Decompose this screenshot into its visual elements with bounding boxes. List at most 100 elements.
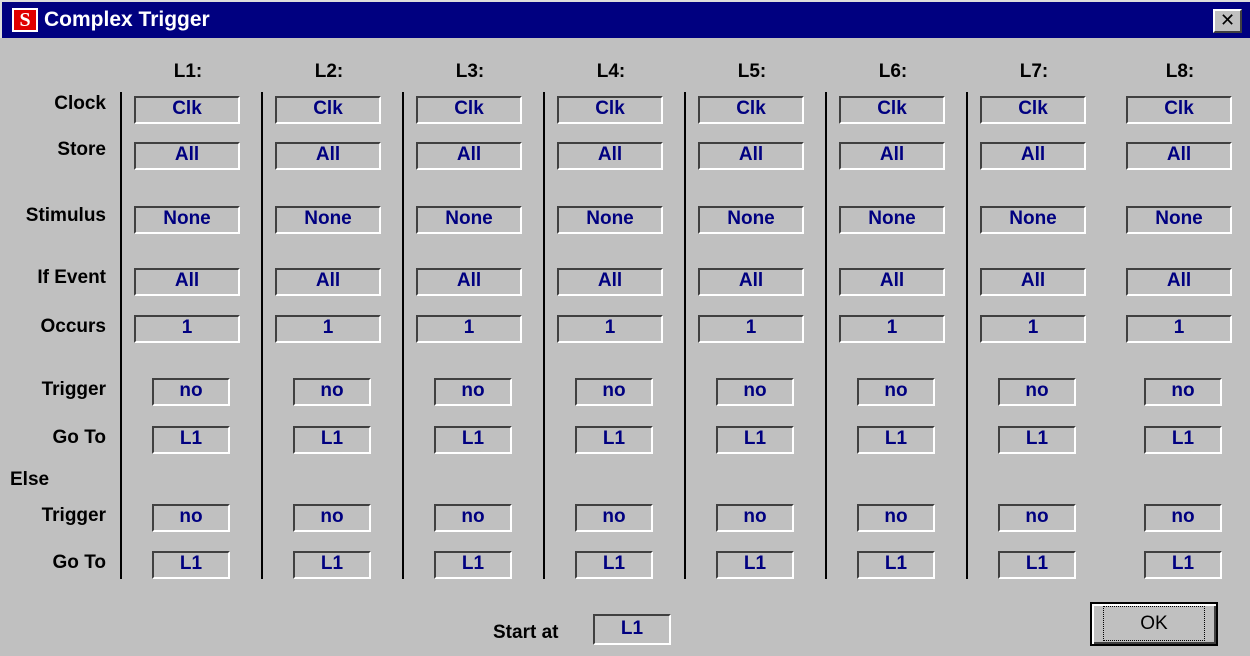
level-7-stimulus-field[interactable]: None — [980, 206, 1086, 234]
level-2-stimulus-field[interactable]: None — [275, 206, 381, 234]
app-s-logo-icon[interactable]: S — [12, 8, 38, 32]
level-8-occurs-field[interactable]: 1 — [1126, 315, 1232, 343]
level-2-else-trigger-field[interactable]: no — [293, 504, 371, 532]
column-divider — [402, 92, 404, 579]
row-label-if-event: If Event — [37, 267, 106, 288]
row-label-trigger: Trigger — [41, 379, 106, 400]
row-label-stimulus: Stimulus — [25, 205, 106, 226]
level-header-8: L8: — [1165, 61, 1195, 82]
ok-button[interactable]: OK — [1090, 602, 1218, 646]
level-header-2: L2: — [314, 61, 344, 82]
level-7-clock-field[interactable]: Clk — [980, 96, 1086, 124]
level-8-else-goto-field[interactable]: L1 — [1144, 551, 1222, 579]
level-2-clock-field[interactable]: Clk — [275, 96, 381, 124]
level-3-goto-field[interactable]: L1 — [434, 426, 512, 454]
title-bar[interactable]: S Complex Trigger ✕ — [0, 0, 1250, 38]
level-2-occurs-field[interactable]: 1 — [275, 315, 381, 343]
level-5-store-field[interactable]: All — [698, 142, 804, 170]
row-label-go-to: Go To — [52, 427, 106, 448]
level-1-occurs-field[interactable]: 1 — [134, 315, 240, 343]
level-3-store-field[interactable]: All — [416, 142, 522, 170]
row-label-store: Store — [57, 139, 106, 160]
level-header-3: L3: — [455, 61, 485, 82]
level-2-else-goto-field[interactable]: L1 — [293, 551, 371, 579]
level-6-goto-field[interactable]: L1 — [857, 426, 935, 454]
level-1-else-goto-field[interactable]: L1 — [152, 551, 230, 579]
start-at-field[interactable]: L1 — [593, 614, 671, 645]
level-1-if-event-field[interactable]: All — [134, 268, 240, 296]
row-label-else: Else — [10, 469, 50, 490]
level-6-stimulus-field[interactable]: None — [839, 206, 945, 234]
level-1-else-trigger-field[interactable]: no — [152, 504, 230, 532]
level-3-else-trigger-field[interactable]: no — [434, 504, 512, 532]
level-5-if-event-field[interactable]: All — [698, 268, 804, 296]
level-6-store-field[interactable]: All — [839, 142, 945, 170]
window-title: Complex Trigger — [44, 8, 210, 31]
level-3-trigger-field[interactable]: no — [434, 378, 512, 406]
level-3-if-event-field[interactable]: All — [416, 268, 522, 296]
level-7-store-field[interactable]: All — [980, 142, 1086, 170]
level-6-clock-field[interactable]: Clk — [839, 96, 945, 124]
column-divider — [261, 92, 263, 579]
level-6-else-trigger-field[interactable]: no — [857, 504, 935, 532]
level-5-stimulus-field[interactable]: None — [698, 206, 804, 234]
level-8-goto-field[interactable]: L1 — [1144, 426, 1222, 454]
level-6-else-goto-field[interactable]: L1 — [857, 551, 935, 579]
level-7-else-trigger-field[interactable]: no — [998, 504, 1076, 532]
level-1-stimulus-field[interactable]: None — [134, 206, 240, 234]
level-4-occurs-field[interactable]: 1 — [557, 315, 663, 343]
level-8-stimulus-field[interactable]: None — [1126, 206, 1232, 234]
level-header-5: L5: — [737, 61, 767, 82]
level-2-goto-field[interactable]: L1 — [293, 426, 371, 454]
level-3-else-goto-field[interactable]: L1 — [434, 551, 512, 579]
level-7-trigger-field[interactable]: no — [998, 378, 1076, 406]
level-8-clock-field[interactable]: Clk — [1126, 96, 1232, 124]
level-7-else-goto-field[interactable]: L1 — [998, 551, 1076, 579]
level-2-if-event-field[interactable]: All — [275, 268, 381, 296]
level-4-else-goto-field[interactable]: L1 — [575, 551, 653, 579]
complex-trigger-dialog: Clock Store Stimulus If Event Occurs Tri… — [0, 38, 1250, 656]
level-6-trigger-field[interactable]: no — [857, 378, 935, 406]
level-5-trigger-field[interactable]: no — [716, 378, 794, 406]
level-3-stimulus-field[interactable]: None — [416, 206, 522, 234]
level-4-clock-field[interactable]: Clk — [557, 96, 663, 124]
level-4-trigger-field[interactable]: no — [575, 378, 653, 406]
level-5-clock-field[interactable]: Clk — [698, 96, 804, 124]
level-6-if-event-field[interactable]: All — [839, 268, 945, 296]
column-divider — [966, 92, 968, 579]
column-divider — [120, 92, 122, 579]
level-1-store-field[interactable]: All — [134, 142, 240, 170]
level-8-trigger-field[interactable]: no — [1144, 378, 1222, 406]
level-2-trigger-field[interactable]: no — [293, 378, 371, 406]
level-header-7: L7: — [1019, 61, 1049, 82]
level-4-else-trigger-field[interactable]: no — [575, 504, 653, 532]
row-label-occurs: Occurs — [40, 316, 106, 337]
close-button[interactable]: ✕ — [1213, 9, 1242, 33]
level-5-occurs-field[interactable]: 1 — [698, 315, 804, 343]
level-5-else-trigger-field[interactable]: no — [716, 504, 794, 532]
level-4-store-field[interactable]: All — [557, 142, 663, 170]
column-divider — [543, 92, 545, 579]
level-4-if-event-field[interactable]: All — [557, 268, 663, 296]
level-5-else-goto-field[interactable]: L1 — [716, 551, 794, 579]
level-4-stimulus-field[interactable]: None — [557, 206, 663, 234]
level-1-trigger-field[interactable]: no — [152, 378, 230, 406]
level-4-goto-field[interactable]: L1 — [575, 426, 653, 454]
level-1-clock-field[interactable]: Clk — [134, 96, 240, 124]
level-7-if-event-field[interactable]: All — [980, 268, 1086, 296]
level-8-store-field[interactable]: All — [1126, 142, 1232, 170]
column-divider — [684, 92, 686, 579]
ok-button-label: OK — [1103, 606, 1205, 641]
level-7-goto-field[interactable]: L1 — [998, 426, 1076, 454]
level-3-clock-field[interactable]: Clk — [416, 96, 522, 124]
level-7-occurs-field[interactable]: 1 — [980, 315, 1086, 343]
row-label-else-go-to: Go To — [52, 552, 106, 573]
level-8-else-trigger-field[interactable]: no — [1144, 504, 1222, 532]
level-6-occurs-field[interactable]: 1 — [839, 315, 945, 343]
row-label-clock: Clock — [54, 93, 106, 114]
level-1-goto-field[interactable]: L1 — [152, 426, 230, 454]
level-5-goto-field[interactable]: L1 — [716, 426, 794, 454]
level-3-occurs-field[interactable]: 1 — [416, 315, 522, 343]
level-2-store-field[interactable]: All — [275, 142, 381, 170]
level-8-if-event-field[interactable]: All — [1126, 268, 1232, 296]
